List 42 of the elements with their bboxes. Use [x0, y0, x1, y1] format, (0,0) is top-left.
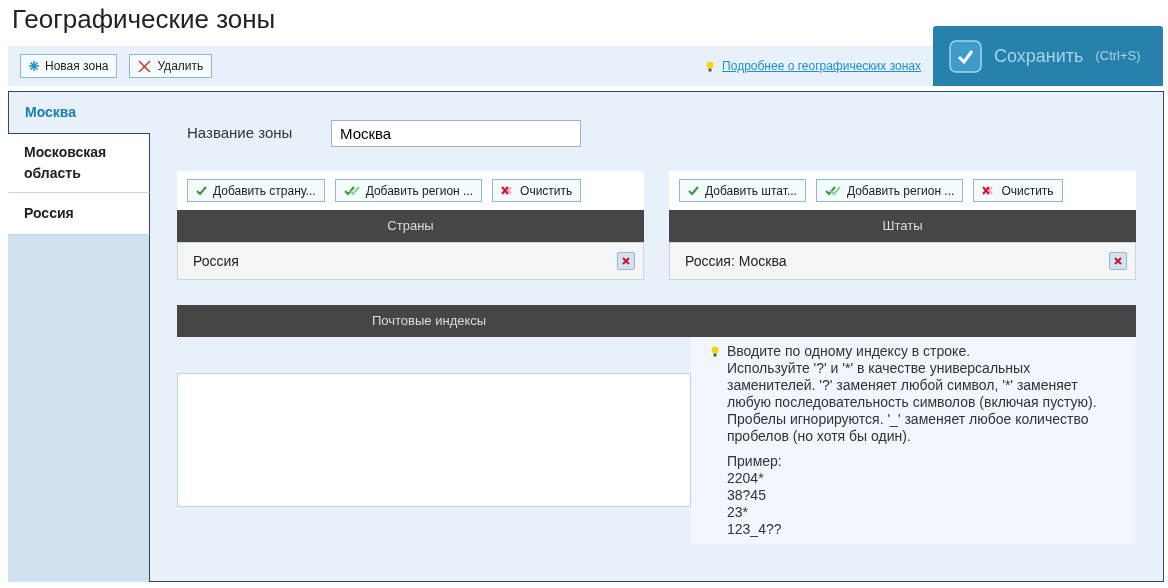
zone-name-field[interactable]: Москва [331, 120, 581, 147]
toolbar-button[interactable]: Добавить штат... [679, 179, 806, 202]
toolbar-button[interactable]: Удалить [129, 54, 213, 78]
example-code: 38?45 [727, 487, 767, 504]
zone-tab[interactable]: Московская область [8, 134, 150, 193]
snowflake-icon [29, 61, 39, 71]
example-label: Пример: [727, 453, 783, 470]
cross-icon [622, 257, 630, 265]
double-check-icon [343, 185, 360, 196]
toolbar-button[interactable]: Добавить страну... [187, 179, 325, 202]
zone-tab[interactable]: Россия [8, 193, 150, 235]
toolbar-button[interactable]: Добавить регион ... [815, 179, 964, 202]
toolbar-button[interactable]: Добавить регион ... [334, 179, 483, 202]
cross-icon [501, 186, 515, 195]
hint-details: Используйте '?' и '*' в качестве универсальных заменителей. '?' заменяет любой символ, '*' заменяет любую последовательность символов (включая пустую). Пробелы игнорируются. '_' заменяет любое количество пробелов (но хотя бы один). [727, 360, 1098, 445]
list-header: Страны [177, 210, 644, 242]
toolbar-button[interactable]: Очистить [973, 179, 1063, 202]
example-code: 123_4?? [727, 521, 783, 538]
remove-button[interactable] [1109, 252, 1127, 270]
cross-icon [138, 59, 152, 73]
postal-header: Почтовые индексы [177, 305, 1136, 337]
zone-tab[interactable]: Москва [8, 91, 151, 134]
lightbulb-icon [711, 346, 719, 357]
cross-icon [982, 186, 996, 195]
page-title: Географические зоны [12, 3, 276, 36]
example-code: 2204* [727, 470, 765, 487]
hint-text: Вводите по одному индексу в строке. [727, 343, 972, 360]
check-icon [196, 185, 207, 196]
list-item: Россия: Москва [685, 251, 787, 271]
list-item: Россия [193, 251, 239, 271]
list-header: Штаты [669, 210, 1136, 242]
cross-icon [1114, 257, 1122, 265]
double-check-icon [824, 185, 841, 196]
check-icon [688, 185, 699, 196]
toolbar-button[interactable]: Новая зона [20, 54, 118, 78]
toolbar-button[interactable]: Очистить [492, 179, 582, 202]
postal-codes-field[interactable] [177, 373, 691, 507]
zone-name-label: Название зоны [187, 123, 294, 144]
check-icon [949, 39, 982, 73]
remove-button[interactable] [617, 252, 635, 270]
lightbulb-icon [706, 60, 715, 72]
example-code: 23* [727, 504, 750, 521]
